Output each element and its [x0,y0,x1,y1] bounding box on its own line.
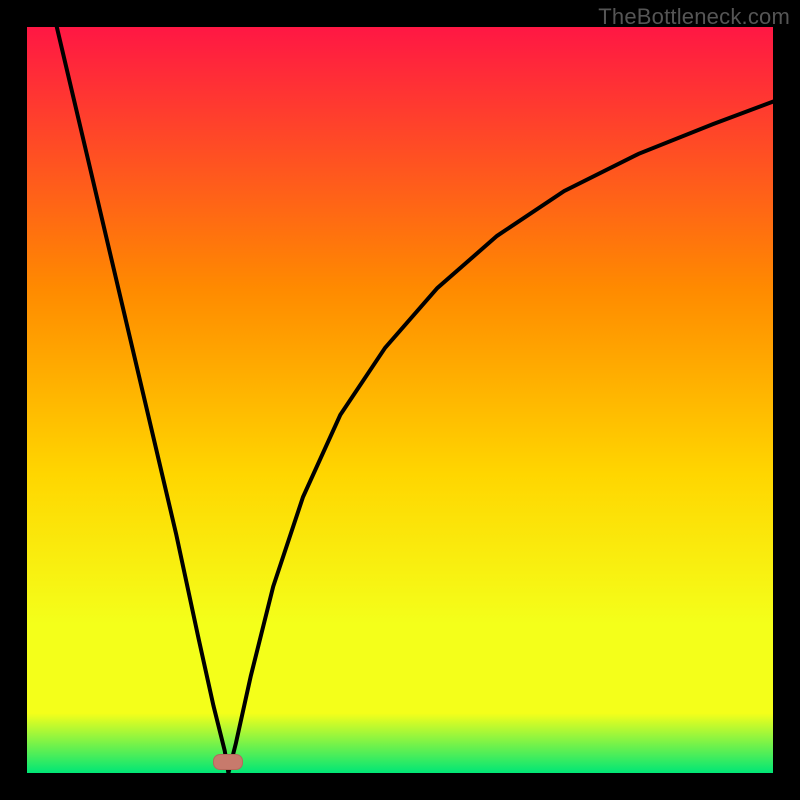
minimum-marker [213,754,243,770]
gradient-background [27,27,773,773]
plot-svg [27,27,773,773]
chart-frame: TheBottleneck.com [0,0,800,800]
plot-area [27,27,773,773]
